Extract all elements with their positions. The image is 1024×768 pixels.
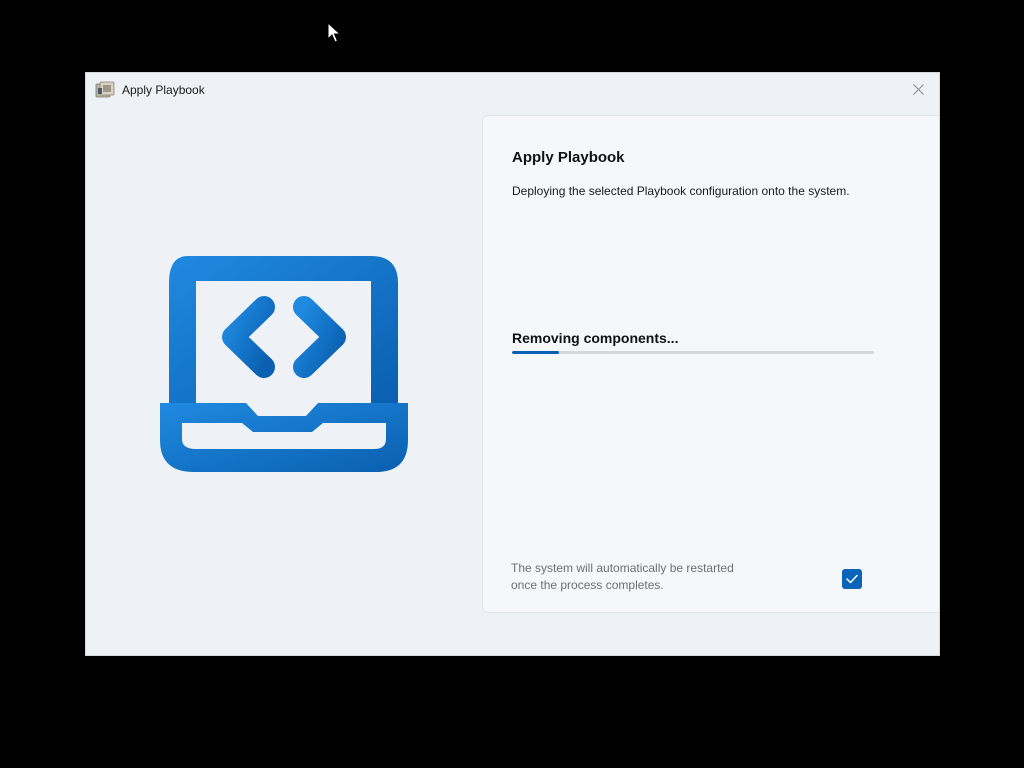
restart-note: The system will automatically be restart… <box>511 560 771 594</box>
mouse-pointer-icon <box>327 22 341 43</box>
apply-playbook-window: Apply Playbook Apply Playbook Deploying … <box>85 72 940 656</box>
panel-heading: Apply Playbook <box>512 149 625 166</box>
restart-checkbox[interactable] <box>842 569 862 589</box>
playbook-app-icon <box>95 81 115 98</box>
close-icon <box>912 83 924 95</box>
status-text: Removing components... <box>512 330 679 346</box>
checkmark-icon <box>846 574 858 584</box>
restart-note-line-1: The system will automatically be restart… <box>511 561 734 575</box>
window-title: Apply Playbook <box>122 83 205 97</box>
progress-bar-fill <box>512 351 560 354</box>
restart-note-line-2: once the process completes. <box>511 578 664 592</box>
progress-panel: Apply Playbook Deploying the selected Pl… <box>482 115 939 613</box>
close-button[interactable] <box>905 78 931 100</box>
panel-description: Deploying the selected Playbook configur… <box>512 184 850 198</box>
desktop: Apply Playbook Apply Playbook Deploying … <box>0 0 1024 768</box>
title-bar[interactable]: Apply Playbook <box>86 73 939 107</box>
progress-bar <box>512 351 874 354</box>
laptop-code-icon <box>160 256 408 472</box>
